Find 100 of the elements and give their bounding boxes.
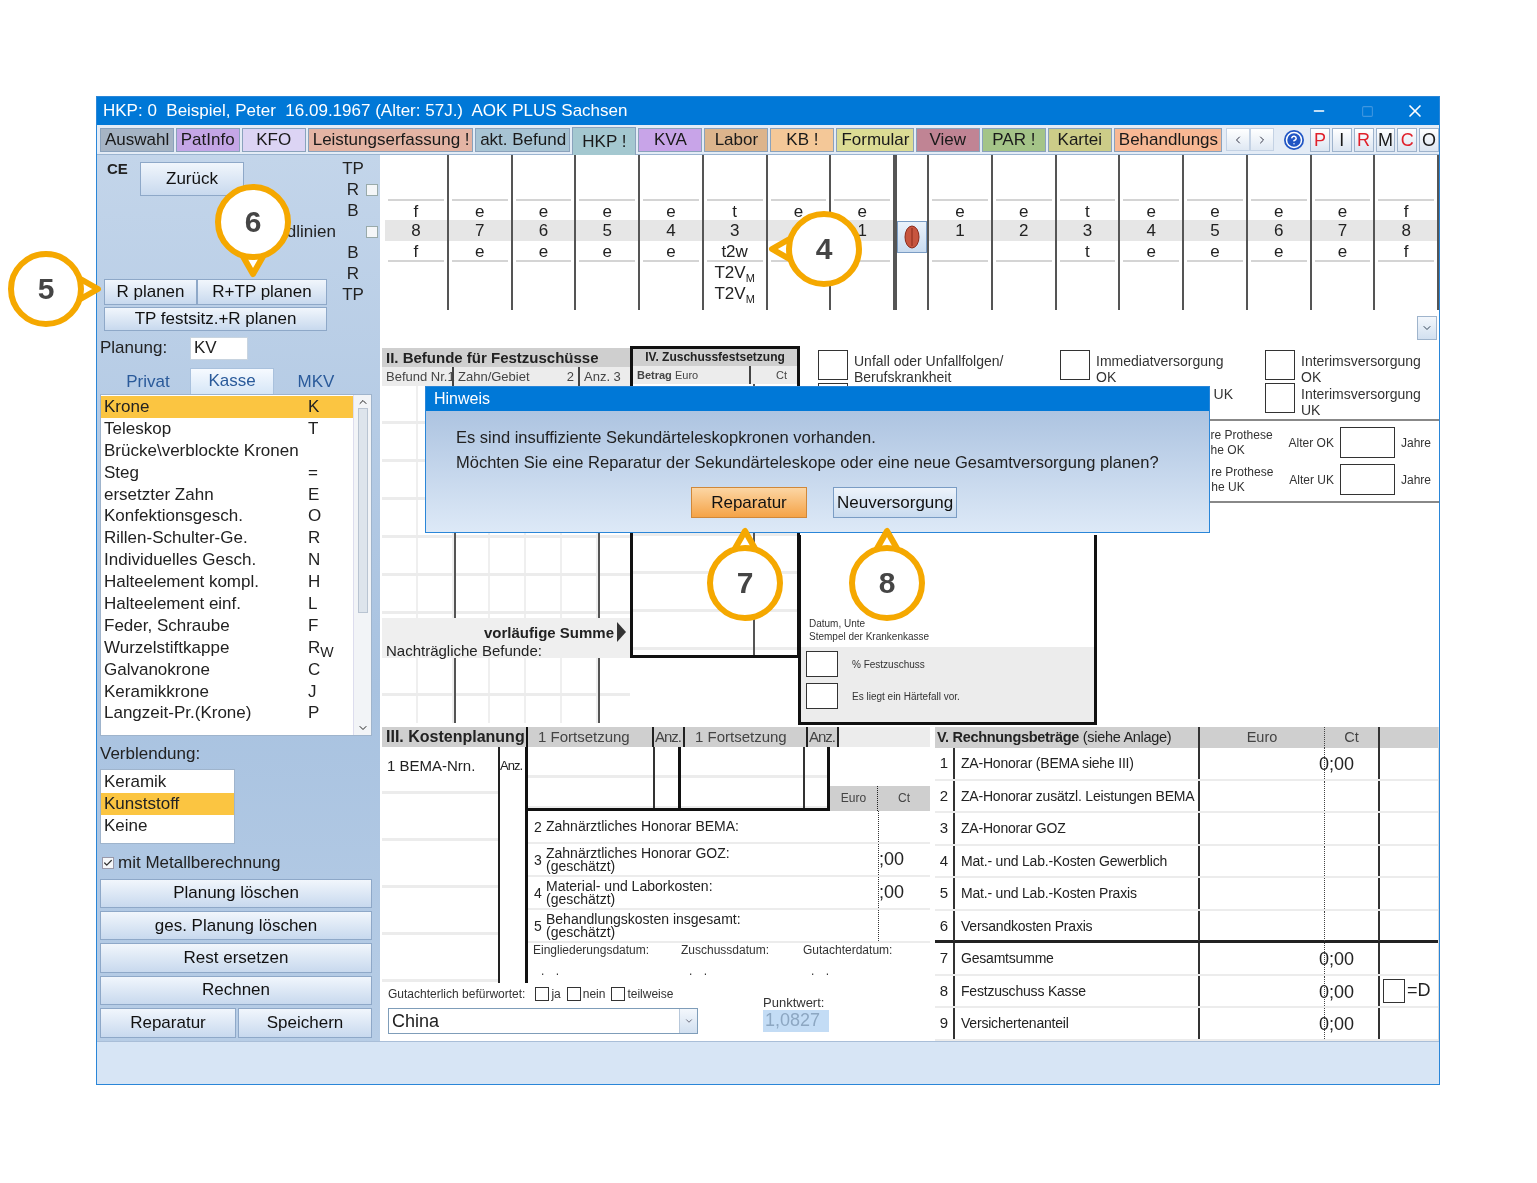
quick-button[interactable]: C: [1397, 128, 1418, 152]
checkbox-label: teilweise: [627, 987, 674, 1001]
list-item[interactable]: Wurzelstiftkappe R$_{W}$: [101, 636, 353, 659]
payer-tab[interactable]: Privat: [106, 370, 190, 394]
checkbox[interactable]: [566, 987, 581, 1001]
section-title: IV. Zuschussfestsetzung: [633, 349, 797, 366]
action-button[interactable]: Speichern: [238, 1008, 372, 1038]
list-item[interactable]: Kunststoff: [101, 793, 234, 815]
action-button[interactable]: Reparatur: [100, 1008, 236, 1038]
tooth-number: 1: [929, 220, 991, 241]
list-item[interactable]: Konfektionsgesch. O: [101, 505, 353, 528]
scrollbar[interactable]: [353, 394, 371, 736]
checkbox[interactable]: [806, 683, 838, 709]
module-tab[interactable]: PatInfo: [175, 128, 240, 152]
action-button[interactable]: Rest ersetzen: [100, 943, 372, 973]
help-icon[interactable]: [1284, 130, 1304, 150]
quick-button[interactable]: P: [1309, 128, 1330, 152]
module-tab[interactable]: KB !: [770, 128, 835, 152]
list-item[interactable]: Keramikkrone J: [101, 680, 353, 703]
field-note: re Prothese he UK: [1211, 464, 1275, 495]
action-button[interactable]: Rechnen: [100, 975, 372, 1005]
dialog-button[interactable]: Reparatur: [691, 487, 807, 518]
module-tab[interactable]: KFO: [241, 128, 306, 152]
list-item[interactable]: Galvanokrone C: [101, 658, 353, 681]
checkbox[interactable]: [535, 987, 550, 1001]
list-item[interactable]: Halteelement einf. L: [101, 592, 353, 615]
module-tab[interactable]: HKP !: [572, 127, 637, 155]
billing-label: ZA-Honorar (BEMA siehe III): [955, 748, 1200, 779]
module-tab[interactable]: Kartei: [1047, 128, 1112, 152]
age-field[interactable]: [1339, 427, 1395, 458]
list-item[interactable]: Teleskop T: [101, 417, 353, 440]
plan-button[interactable]: R planen: [104, 279, 197, 305]
list-item[interactable]: Steg =: [101, 461, 353, 484]
action-button[interactable]: ges. Planung löschen: [100, 910, 372, 941]
plan-button[interactable]: TP festsitz.+R planen: [104, 307, 327, 332]
column-header: 1 BEMA-Nrn.: [386, 756, 477, 774]
age-field[interactable]: [1339, 464, 1395, 495]
tooth-finding: e: [1314, 241, 1371, 262]
section-title: V. Rechnungsbeträge (siehe Anlage): [935, 727, 1200, 748]
billing-label: Mat.- und Lab.-Kosten Gewerblich: [955, 845, 1200, 876]
action-button[interactable]: Planung löschen: [100, 878, 372, 908]
module-tab[interactable]: Auswahl: [100, 128, 174, 152]
module-tab[interactable]: akt. Befund: [475, 128, 571, 152]
list-item[interactable]: Keramik: [101, 771, 234, 794]
module-tab[interactable]: PAR !: [981, 128, 1046, 152]
quick-button[interactable]: R: [1353, 128, 1374, 152]
tooth-finding: e: [579, 241, 635, 262]
back-button[interactable]: Zurück: [140, 162, 244, 196]
stamp-label: Datum, Unte: [808, 617, 867, 630]
list-item[interactable]: Halteelement kompl. H: [101, 571, 353, 593]
row-number: 8: [935, 975, 955, 1006]
checkbox[interactable]: [102, 856, 114, 869]
module-tab[interactable]: KVA: [638, 128, 703, 152]
billing-label: Festzuschuss Kasse: [955, 975, 1200, 1006]
percent-field[interactable]: [806, 651, 838, 677]
checkbox-label: mit Metallberechnung: [118, 852, 281, 873]
checkbox[interactable]: [611, 987, 626, 1001]
module-tab[interactable]: Labor: [704, 128, 769, 152]
list-item[interactable]: Individuelles Gesch. N: [101, 549, 353, 572]
list-item[interactable]: Feder, Schraube F: [101, 614, 353, 637]
checkbox-label: dlinien: [286, 221, 336, 242]
checkbox[interactable]: [1060, 350, 1090, 380]
checkbox[interactable]: [366, 183, 378, 196]
checkbox-label: =D: [1407, 980, 1431, 1002]
module-tab[interactable]: View: [915, 128, 980, 152]
list-item[interactable]: Langzeit-Pr.(Krone) P: [101, 702, 353, 725]
row-number: 2: [534, 818, 543, 835]
quick-button[interactable]: I: [1331, 128, 1352, 152]
column-header: Euro: [830, 786, 878, 811]
column-header: Zahn/Gebiet: [457, 368, 531, 386]
field-note: re Prothese he OK: [1210, 427, 1274, 458]
country-select[interactable]: China: [388, 1008, 698, 1034]
checkbox[interactable]: [366, 225, 378, 238]
plan-button[interactable]: R+TP planen: [197, 279, 327, 305]
billing-label: ZA-Honorar GOZ: [955, 813, 1200, 844]
planning-field[interactable]: KV: [190, 336, 248, 360]
payer-tab[interactable]: MKV: [274, 370, 358, 394]
module-tab[interactable]: Leistungserfassung !: [307, 128, 474, 152]
tooth-finding: f: [388, 241, 444, 262]
checkbox[interactable]: [1265, 350, 1295, 380]
checkbox[interactable]: [1383, 978, 1405, 1003]
module-tab[interactable]: Behandlungs: [1113, 128, 1223, 152]
tooth-number: 8: [1375, 220, 1437, 241]
list-item[interactable]: Rillen-Schulter-Ge. R: [101, 527, 353, 550]
tooth-icon[interactable]: [897, 221, 927, 253]
row-number: 5: [534, 917, 543, 934]
list-item[interactable]: Brücke\verblockte Kronen: [101, 439, 353, 462]
row-number: 2: [935, 780, 955, 811]
list-item[interactable]: ersetzter Zahn E: [101, 483, 353, 506]
field-label: Planung:: [100, 338, 169, 359]
list-item[interactable]: Keine: [101, 814, 234, 837]
quick-button[interactable]: O: [1419, 128, 1440, 152]
list-item[interactable]: Krone K: [101, 395, 353, 418]
dialog-button[interactable]: Neuversorgung: [833, 487, 958, 518]
payer-tab[interactable]: Kasse: [190, 367, 274, 394]
quick-button[interactable]: M: [1375, 128, 1396, 152]
module-tab[interactable]: Formular: [836, 128, 914, 152]
checkbox[interactable]: [818, 350, 848, 380]
checkbox-label: Es liegt ein Härtefall vor.: [851, 689, 960, 703]
checkbox[interactable]: [1265, 383, 1295, 413]
